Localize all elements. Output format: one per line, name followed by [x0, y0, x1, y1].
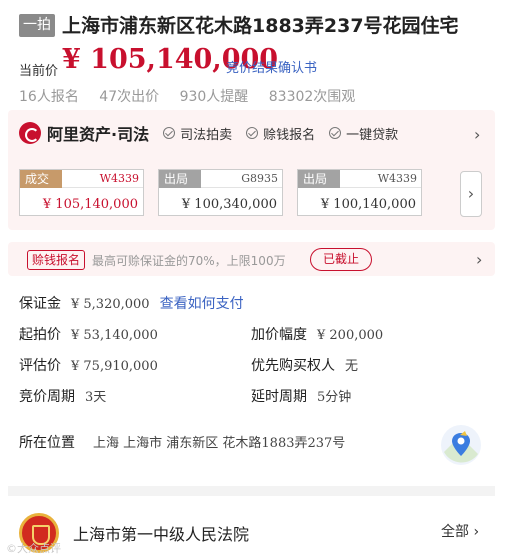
- check-circle-icon: [163, 127, 176, 139]
- credit-signup-text: 最高可赊保证金的70%，上限100万: [92, 254, 286, 268]
- all-auctions-link[interactable]: 全部 ›: [441, 521, 479, 541]
- auction-stats: 16人报名 47次出价 930人提醒 83302次围观: [19, 86, 365, 106]
- start-price-value: ¥ 53,140,000: [71, 328, 158, 343]
- location-label: 所在位置: [19, 435, 75, 451]
- reminder-count: 930人提醒: [179, 89, 249, 105]
- increment-label: 加价幅度: [251, 327, 307, 343]
- start-price-label: 起拍价: [19, 327, 61, 343]
- feature-one-click-loan: 一键贷款: [329, 124, 398, 143]
- how-to-pay-link[interactable]: 查看如何支付: [160, 296, 244, 312]
- bid-record-card[interactable]: 成交 W4339 ¥ 105,140,000: [19, 169, 144, 216]
- platform-brand-row[interactable]: 阿里资产·司法 司法拍卖 赊钱报名 一键贷款: [19, 121, 398, 145]
- chevron-right-icon[interactable]: ›: [476, 250, 482, 269]
- extension-label: 延时周期: [251, 389, 307, 405]
- check-circle-icon: [246, 127, 259, 139]
- priority-row: 优先购买权人无: [251, 355, 358, 375]
- period-row: 竞价周期 3天: [19, 386, 106, 406]
- bid-amount: ¥ 105,140,000: [42, 197, 138, 212]
- bidder-code: W4339: [99, 172, 139, 185]
- brand-name: 阿里资产·司法: [47, 125, 150, 144]
- increment-row: 加价幅度 ¥ 200,000: [251, 324, 383, 344]
- property-title: 上海市浦东新区花木路1883弄237号花园住宅: [62, 15, 459, 37]
- court-name[interactable]: 上海市第一中级人民法院: [73, 521, 249, 545]
- priority-label: 优先购买权人: [251, 358, 335, 374]
- appraisal-label: 评估价: [19, 358, 61, 374]
- map-pin-icon[interactable]: [440, 424, 482, 466]
- bidder-code: W4339: [377, 172, 417, 185]
- credit-closed-button[interactable]: 已截止: [310, 248, 372, 271]
- all-link-label: 全部: [441, 524, 469, 540]
- auction-round-badge: 一拍: [19, 14, 55, 37]
- increment-value: ¥ 200,000: [317, 328, 384, 343]
- bid-amount: ¥ 100,340,000: [181, 197, 277, 212]
- brand-logo-icon: [19, 122, 41, 144]
- bid-status-tag: 出局: [159, 170, 201, 188]
- bid-amount: ¥ 100,140,000: [320, 197, 416, 212]
- bidder-code: G8935: [241, 172, 278, 185]
- feature-judicial-auction: 司法拍卖: [163, 124, 232, 143]
- chevron-right-icon[interactable]: ›: [474, 125, 480, 144]
- feature-label: 赊钱报名: [263, 127, 316, 143]
- deposit-label: 保证金: [19, 296, 61, 312]
- more-bids-button[interactable]: ›: [460, 171, 482, 217]
- deposit-row: 保证金 ¥ 5,320,000 查看如何支付: [19, 293, 244, 313]
- feature-label: 司法拍卖: [180, 127, 233, 143]
- priority-value: 无: [345, 359, 359, 374]
- section-divider: [8, 486, 495, 496]
- appraisal-row: 评估价 ¥ 75,910,000: [19, 355, 158, 375]
- bid-record-card[interactable]: 出局 W4339 ¥ 100,140,000: [297, 169, 422, 216]
- bid-status-tag: 成交: [20, 170, 62, 188]
- location-value: 上海 上海市 浦东新区 花木路1883弄237号: [93, 436, 346, 451]
- check-circle-icon: [329, 127, 342, 139]
- location-row: 所在位置 上海 上海市 浦东新区 花木路1883弄237号: [19, 432, 345, 452]
- watermark: ©大众点评: [6, 542, 61, 555]
- credit-signup-tag: 赊钱报名: [27, 250, 86, 270]
- period-value: 3天: [85, 390, 107, 405]
- signup-count: 16人报名: [19, 89, 79, 105]
- bid-record-card[interactable]: 出局 G8935 ¥ 100,340,000: [158, 169, 283, 216]
- view-count: 83302次围观: [268, 89, 356, 105]
- bid-status-tag: 出局: [298, 170, 340, 188]
- chevron-right-icon: ›: [473, 524, 480, 540]
- current-price-label: 当前价: [19, 64, 59, 79]
- start-price-row: 起拍价 ¥ 53,140,000: [19, 324, 158, 344]
- feature-label: 一键贷款: [346, 127, 399, 143]
- bid-result-confirmation-link[interactable]: 竞价结果确认书: [226, 57, 317, 76]
- feature-credit-signup: 赊钱报名: [246, 124, 315, 143]
- extension-value: 5分钟: [317, 390, 352, 405]
- appraisal-value: ¥ 75,910,000: [71, 359, 158, 374]
- period-label: 竞价周期: [19, 389, 75, 405]
- bid-count: 47次出价: [99, 89, 160, 105]
- extension-row: 延时周期 5分钟: [251, 386, 351, 406]
- deposit-value: ¥ 5,320,000: [71, 297, 150, 312]
